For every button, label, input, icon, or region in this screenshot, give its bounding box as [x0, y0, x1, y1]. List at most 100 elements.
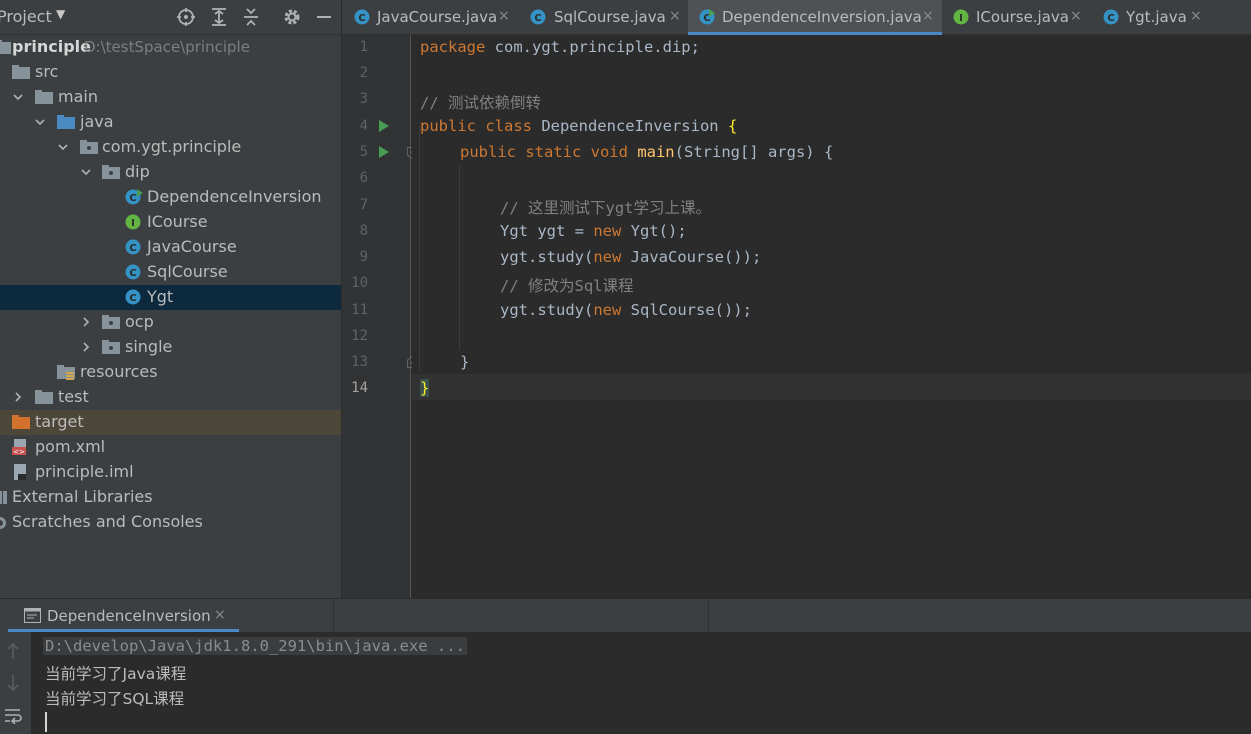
expand-all-icon[interactable] [208, 6, 230, 28]
minimize-icon[interactable] [313, 6, 335, 28]
code-line-4: public class DependenceInversion { [420, 117, 737, 135]
tab-label: Ygt.java [1126, 8, 1187, 26]
tab-label: DependenceInversion.java [722, 8, 922, 26]
svg-text:C: C [129, 193, 136, 204]
code-text: ygt.study( [500, 248, 594, 266]
run-tab-dependenceinversion[interactable]: DependenceInversion × [8, 599, 239, 633]
tree-item-java[interactable]: java [0, 110, 341, 135]
class-name: DependenceInversion [531, 117, 728, 135]
project-view-selector[interactable]: Project [0, 7, 52, 26]
java-class-icon: C [530, 9, 546, 25]
tree-item-resources[interactable]: resources [0, 360, 341, 385]
folder-icon [35, 90, 53, 104]
console-output[interactable]: D:\develop\Java\jdk1.8.0_291\bin\java.ex… [31, 632, 1251, 734]
close-icon[interactable]: × [669, 8, 681, 24]
tree-item-javacourse[interactable]: C JavaCourse [0, 235, 341, 260]
tree-item-package[interactable]: com.ygt.principle [0, 135, 341, 160]
excluded-folder-icon [12, 415, 30, 429]
tree-item-dependenceinversion[interactable]: C DependenceInversion [0, 185, 341, 210]
svg-text:C: C [129, 243, 136, 254]
chevron-down-icon[interactable] [81, 167, 91, 177]
chevron-right-icon[interactable] [13, 392, 23, 402]
tree-item-label: DependenceInversion [147, 187, 322, 206]
run-main-icon[interactable] [379, 146, 389, 158]
comment: // 修改为Sql课程 [500, 277, 634, 295]
java-class-icon: C [1103, 9, 1119, 25]
svg-text:I: I [959, 13, 963, 24]
tree-item-test[interactable]: test [0, 385, 341, 410]
svg-text:C: C [534, 13, 541, 24]
locate-icon[interactable] [175, 6, 197, 28]
tree-item-dip[interactable]: dip [0, 160, 341, 185]
tree-item-label: pom.xml [35, 437, 106, 456]
chevron-right-icon[interactable] [81, 342, 91, 352]
close-icon[interactable]: × [498, 8, 510, 24]
divider [333, 599, 334, 633]
tree-item-icourse[interactable]: I ICourse [0, 210, 341, 235]
tree-item-ocp[interactable]: ocp [0, 310, 341, 335]
arrow-down-icon[interactable] [6, 674, 20, 692]
close-icon[interactable]: × [214, 607, 226, 623]
tree-item-label: src [35, 62, 59, 81]
divider [708, 599, 709, 633]
close-icon[interactable]: × [1190, 8, 1202, 24]
chevron-right-icon[interactable] [81, 317, 91, 327]
tree-item-src[interactable]: src [0, 60, 341, 85]
package-icon [102, 340, 120, 354]
console-command-line[interactable]: D:\develop\Java\jdk1.8.0_291\bin\java.ex… [43, 637, 467, 655]
tree-item-scratches[interactable]: Scratches and Consoles [0, 510, 341, 535]
tree-item-label: dip [125, 162, 150, 181]
code-line-14: } [420, 379, 430, 397]
project-path: D:\testSpace\principle [84, 38, 250, 56]
line-number: 14 [351, 380, 368, 396]
tab-icourse[interactable]: I ICourse.java × [942, 0, 1092, 35]
code-text: Ygt(); [621, 222, 687, 240]
line-number: 4 [359, 118, 368, 134]
svg-text:C: C [358, 13, 365, 24]
run-tab-label: DependenceInversion [47, 607, 211, 625]
tab-label: JavaCourse.java [377, 8, 498, 26]
keyword: public static void [460, 143, 628, 161]
caret-down-icon[interactable]: ▼ [56, 7, 65, 21]
tree-item-target[interactable]: target [0, 410, 341, 435]
tree-item-iml[interactable]: principle.iml [0, 460, 341, 485]
line-number: 6 [359, 170, 368, 186]
java-class-icon: C [125, 289, 141, 305]
tree-item-label: principle [12, 37, 91, 56]
comment: // 这里测试下ygt学习上课。 [500, 199, 711, 217]
tree-item-ygt[interactable]: C Ygt [0, 285, 341, 310]
code-text: com.ygt.principle.dip; [485, 38, 700, 56]
arrow-up-icon[interactable] [6, 642, 20, 660]
gear-icon[interactable] [281, 6, 303, 28]
code-editor[interactable]: package com.ygt.principle.dip; // 测试依赖倒转… [412, 35, 1251, 598]
tab-sqlcourse[interactable]: C SqlCourse.java × [518, 0, 688, 35]
chevron-down-icon[interactable] [35, 117, 45, 127]
tree-item-label: java [80, 112, 114, 131]
close-icon[interactable]: × [1070, 8, 1082, 24]
tab-javacourse[interactable]: C JavaCourse.java × [342, 0, 518, 35]
run-class-icon[interactable] [379, 120, 389, 132]
console-output-line: 当前学习了Java课程 [45, 665, 187, 683]
soft-wrap-icon[interactable] [4, 708, 22, 724]
source-folder-icon [57, 115, 75, 129]
svg-text:C: C [1107, 13, 1114, 24]
collapse-all-icon[interactable] [240, 6, 262, 28]
code-line-9: ygt.study(new JavaCourse()); [500, 248, 761, 266]
line-number: 13 [351, 354, 368, 370]
tree-item-pom[interactable]: <> pom.xml [0, 435, 341, 460]
package-icon [102, 165, 120, 179]
close-icon[interactable]: × [922, 8, 934, 24]
tree-item-external-libraries[interactable]: External Libraries [0, 485, 341, 510]
scratches-icon [0, 517, 6, 529]
tree-item-sqlcourse[interactable]: C SqlCourse [0, 260, 341, 285]
tree-item-main[interactable]: main [0, 85, 341, 110]
tree-item-single[interactable]: single [0, 335, 341, 360]
svg-text:C: C [129, 293, 136, 304]
chevron-down-icon[interactable] [58, 142, 68, 152]
svg-text:<>: <> [13, 448, 25, 455]
tab-dependenceinversion[interactable]: C DependenceInversion.java × [688, 0, 942, 35]
chevron-down-icon[interactable] [13, 92, 23, 102]
package-icon [102, 315, 120, 329]
tree-item-principle[interactable]: principle D:\testSpace\principle [0, 35, 341, 60]
tab-ygt[interactable]: C Ygt.java × [1092, 0, 1222, 35]
